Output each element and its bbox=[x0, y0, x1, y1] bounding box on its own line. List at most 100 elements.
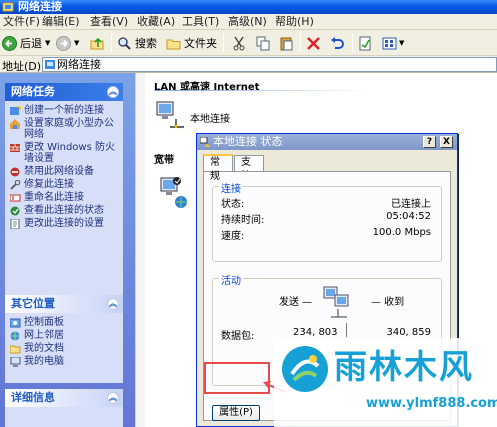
packets-sent-value: 234, 803 bbox=[293, 327, 338, 338]
network-connections-icon bbox=[45, 60, 55, 69]
collapse-chevron-icon[interactable]: ︽ bbox=[107, 392, 119, 404]
address-input[interactable]: 网络连接 bbox=[42, 57, 497, 72]
network-connection-icon bbox=[156, 101, 184, 129]
back-button[interactable]: 后退 ▼ bbox=[2, 34, 50, 52]
tab-support[interactable]: 支持 bbox=[234, 155, 264, 182]
packets-received-value: 340, 859 bbox=[386, 327, 431, 338]
place-my-documents[interactable]: 我的文档 bbox=[9, 343, 119, 354]
broadband-connection-item[interactable] bbox=[159, 175, 199, 211]
network-tasks-header[interactable]: 网络任务 ︽ bbox=[5, 83, 123, 101]
delete-button[interactable] bbox=[306, 34, 321, 52]
address-bar: 地址(D) 网络连接 bbox=[0, 56, 497, 73]
watermark-logo-icon bbox=[282, 346, 328, 392]
task-rename[interactable]: 重命名此连接 bbox=[9, 192, 119, 203]
speed-value: 100.0 Mbps bbox=[372, 227, 431, 238]
watermark: 雨林木风 www.ylmf888.com bbox=[274, 338, 497, 427]
speed-label: 速度: bbox=[221, 231, 245, 242]
search-button[interactable]: 搜索 bbox=[117, 34, 157, 52]
home-network-icon bbox=[10, 119, 20, 129]
new-connection-icon bbox=[10, 106, 21, 115]
other-places-panel: 其它位置 ︽ 控制面板 网上邻居 我的文档 我的电脑 bbox=[5, 295, 123, 383]
folders-button[interactable]: 文件夹 bbox=[166, 34, 217, 52]
chevron-down-icon: ▼ bbox=[45, 39, 51, 47]
undo-button[interactable] bbox=[330, 34, 345, 52]
menu-bar: 文件(F) 编辑(E) 查看(V) 收藏(A) 工具(T) 高级(N) 帮助(H… bbox=[0, 14, 497, 30]
task-disable-device[interactable]: 禁用此网络设备 bbox=[9, 166, 119, 177]
view-status-icon bbox=[10, 206, 20, 216]
back-arrow-icon bbox=[2, 35, 17, 51]
close-button[interactable]: X bbox=[440, 136, 453, 148]
properties-icon bbox=[359, 36, 371, 50]
activity-computers-icon bbox=[323, 286, 349, 318]
copy-button[interactable] bbox=[256, 34, 270, 52]
duration-label: 持续时间: bbox=[221, 215, 265, 226]
firewall-icon bbox=[10, 144, 20, 152]
views-grid-icon bbox=[382, 37, 397, 49]
undo-icon bbox=[331, 36, 344, 49]
menu-tools[interactable]: 工具(T) bbox=[182, 15, 219, 29]
wrench-icon bbox=[10, 180, 21, 190]
task-home-network[interactable]: 设置家庭或小型办公网络 bbox=[9, 118, 119, 140]
connection-group-title: 连接 bbox=[219, 180, 243, 195]
dialog-title-bar[interactable]: 本地连接 状态 ? X bbox=[197, 134, 457, 150]
task-view-status[interactable]: 查看此连接的状态 bbox=[9, 205, 119, 216]
views-button[interactable]: ▼ bbox=[382, 34, 404, 52]
details-header[interactable]: 详细信息 ︽ bbox=[5, 389, 123, 407]
rename-icon bbox=[10, 194, 21, 202]
window-title-bar[interactable]: 网络连接 bbox=[0, 0, 497, 14]
sent-label: 发送 — bbox=[279, 297, 313, 308]
menu-help[interactable]: 帮助(H) bbox=[275, 15, 314, 29]
packets-divider bbox=[346, 323, 347, 337]
forward-arrow-icon bbox=[56, 35, 71, 51]
place-network-neighborhood[interactable]: 网上邻居 bbox=[9, 330, 119, 341]
watermark-name: 雨林木风 bbox=[334, 347, 474, 386]
collapse-chevron-icon[interactable]: ︽ bbox=[107, 298, 119, 310]
menu-edit[interactable]: 编辑(E) bbox=[42, 15, 80, 29]
menu-view[interactable]: 查看(V) bbox=[90, 15, 128, 29]
duration-value: 05:04:52 bbox=[386, 211, 431, 222]
other-places-header[interactable]: 其它位置 ︽ bbox=[5, 295, 123, 313]
details-panel: 详细信息 ︽ bbox=[5, 389, 123, 427]
packets-label: 数据包: bbox=[221, 331, 255, 342]
pane-divider bbox=[135, 73, 145, 427]
up-folder-button[interactable] bbox=[90, 34, 105, 52]
copy-icon bbox=[256, 36, 270, 50]
place-control-panel[interactable]: 控制面板 bbox=[9, 317, 119, 328]
task-repair[interactable]: 修复此连接 bbox=[9, 179, 119, 190]
tab-general[interactable]: 常规 bbox=[203, 154, 233, 182]
network-places-icon bbox=[10, 331, 20, 341]
menu-advanced[interactable]: 高级(N) bbox=[228, 15, 267, 29]
window-title: 网络连接 bbox=[18, 0, 62, 13]
search-icon bbox=[118, 36, 131, 50]
task-create-connection[interactable]: 创建一个新的连接 bbox=[9, 105, 119, 116]
local-connection-item[interactable]: 本地连接 bbox=[154, 99, 274, 135]
scissors-icon bbox=[233, 36, 245, 50]
task-change-settings[interactable]: 更改此连接的设置 bbox=[9, 218, 119, 229]
disable-device-icon bbox=[10, 167, 20, 177]
help-button[interactable]: ? bbox=[423, 136, 436, 148]
menu-favorites[interactable]: 收藏(A) bbox=[137, 15, 175, 29]
broadband-connection-icon bbox=[160, 177, 187, 208]
cut-button[interactable] bbox=[232, 34, 246, 52]
properties-button[interactable]: 属性(P) bbox=[212, 405, 260, 421]
status-value: 已连接上 bbox=[391, 199, 431, 210]
place-my-computer[interactable]: 我的电脑 bbox=[9, 356, 119, 367]
toolbar: 后退 ▼ ▼ 搜索 文件夹 ▼ bbox=[0, 30, 497, 56]
paste-button[interactable] bbox=[280, 34, 294, 52]
collapse-chevron-icon[interactable]: ︽ bbox=[107, 86, 119, 98]
network-connection-icon bbox=[200, 137, 210, 147]
control-panel-icon bbox=[10, 318, 21, 328]
menu-file[interactable]: 文件(F) bbox=[3, 15, 40, 29]
network-folder-icon bbox=[2, 2, 14, 12]
my-computer-icon bbox=[10, 357, 21, 367]
chevron-down-icon: ▼ bbox=[74, 39, 80, 47]
my-documents-icon bbox=[10, 345, 21, 354]
paste-icon bbox=[280, 37, 293, 50]
forward-button[interactable]: ▼ bbox=[56, 34, 79, 52]
properties-toolbar-button[interactable] bbox=[358, 34, 373, 52]
status-label: 状态: bbox=[221, 199, 245, 210]
connection-group: 连接 状态: 已连接上 持续时间: 05:04:52 速度: 100.0 Mbp… bbox=[212, 180, 442, 262]
highlight-box bbox=[204, 362, 270, 394]
task-firewall[interactable]: 更改 Windows 防火墙设置 bbox=[9, 142, 119, 164]
network-tasks-panel: 网络任务 ︽ 创建一个新的连接 设置家庭或小型办公网络 更改 Windows 防… bbox=[5, 83, 123, 297]
